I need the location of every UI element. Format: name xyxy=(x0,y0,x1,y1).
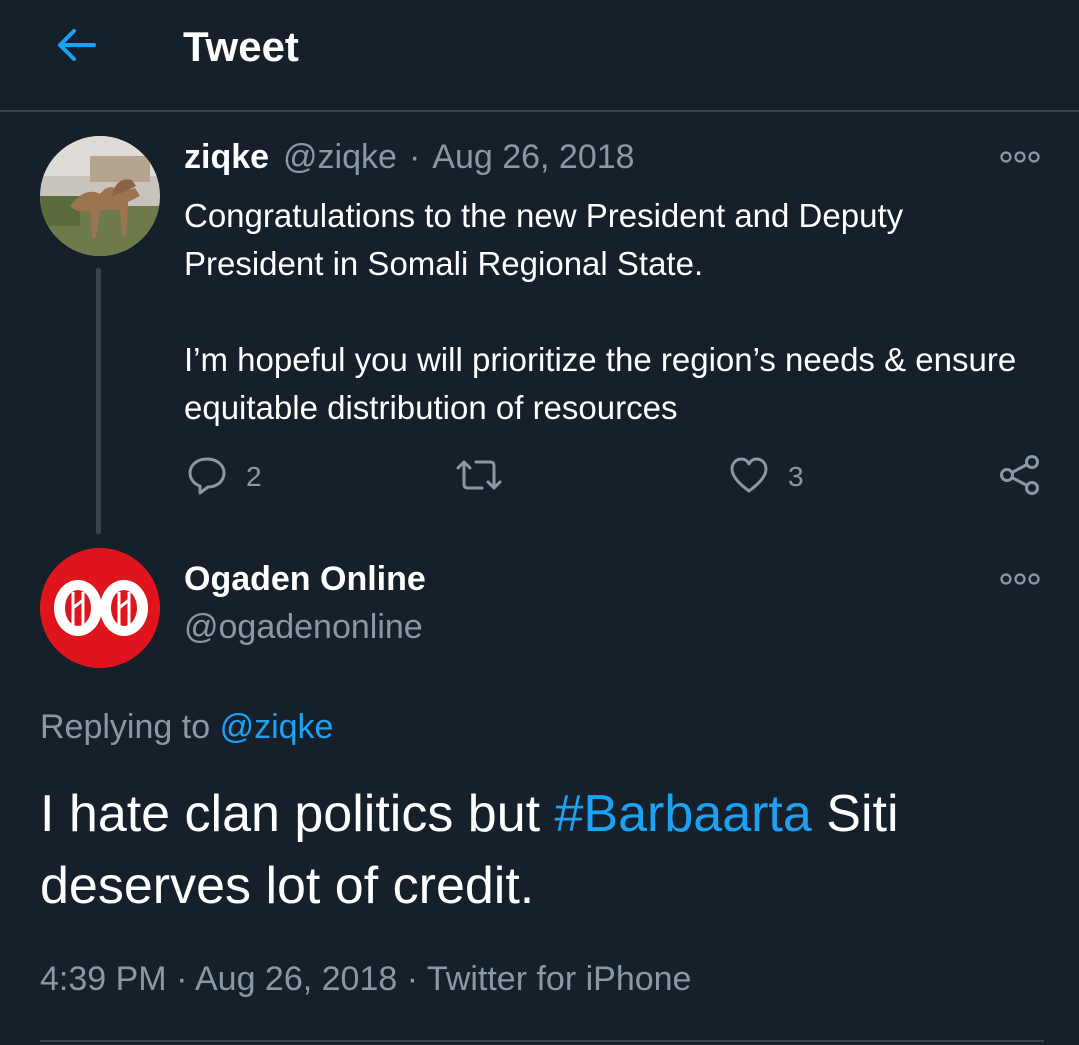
parent-tweet-text: Congratulations to the new President and… xyxy=(184,192,1044,432)
tweet-actions: 2 3 xyxy=(0,452,1079,502)
reply-button[interactable]: 2 xyxy=(186,452,262,502)
heart-icon xyxy=(728,454,770,501)
divider xyxy=(40,1040,1044,1042)
reply-icon xyxy=(186,454,228,501)
tweet-paragraph: I’m hopeful you will prioritize the regi… xyxy=(184,341,1017,426)
main-tweet-text: I hate clan politics but #Barbaarta Siti… xyxy=(40,778,1040,922)
tweet-time: 4:39 PM xyxy=(40,960,167,998)
more-horizontal-icon xyxy=(1000,150,1040,169)
avatar[interactable] xyxy=(40,548,160,668)
reply-count: 2 xyxy=(246,461,262,492)
display-name[interactable]: Ogaden Online xyxy=(184,560,426,599)
like-button[interactable]: 3 xyxy=(728,452,804,502)
user-handle[interactable]: @ziqke xyxy=(283,138,397,177)
like-count: 3 xyxy=(788,461,804,492)
mention-link[interactable]: @ziqke xyxy=(220,708,334,746)
share-button[interactable] xyxy=(998,452,1042,502)
tweet-text-segment: I hate clan politics but xyxy=(40,785,555,843)
separator-dot: · xyxy=(408,138,421,176)
more-options-button[interactable] xyxy=(996,566,1044,596)
avatar[interactable] xyxy=(40,136,160,256)
main-tweet-handle-row: @ogadenonline xyxy=(184,608,423,647)
share-icon xyxy=(998,453,1042,502)
user-handle[interactable]: @ogadenonline xyxy=(184,608,423,647)
separator-dot: · xyxy=(176,960,188,998)
more-options-button[interactable] xyxy=(996,144,1044,174)
tweet-source-link[interactable]: Twitter for iPhone xyxy=(427,960,692,998)
arrow-left-icon xyxy=(54,27,98,68)
tweet-meta: 4:39 PM · Aug 26, 2018 · Twitter for iPh… xyxy=(40,960,691,999)
back-button[interactable] xyxy=(48,22,104,72)
replying-prefix: Replying to xyxy=(40,708,211,746)
tweet-paragraph: Congratulations to the new President and… xyxy=(184,197,904,282)
main-tweet-author: Ogaden Online xyxy=(184,560,426,599)
display-name[interactable]: ziqke xyxy=(184,138,269,177)
ogaden-online-logo xyxy=(40,548,160,668)
hashtag-link[interactable]: #Barbaarta xyxy=(555,785,812,843)
replying-to: Replying to @ziqke xyxy=(40,708,333,747)
parent-tweet-header: ziqke @ziqke · Aug 26, 2018 xyxy=(184,138,635,177)
avatar-camel-photo xyxy=(40,136,160,256)
separator-dot: · xyxy=(406,960,419,998)
page-title: Tweet xyxy=(183,23,299,70)
more-horizontal-icon xyxy=(1000,572,1040,591)
top-bar: Tweet xyxy=(0,0,1079,112)
tweet-date: Aug 26, 2018 xyxy=(194,960,398,998)
retweet-button[interactable] xyxy=(454,452,522,502)
retweet-icon xyxy=(454,454,504,501)
tweet-date[interactable]: Aug 26, 2018 xyxy=(432,138,634,177)
